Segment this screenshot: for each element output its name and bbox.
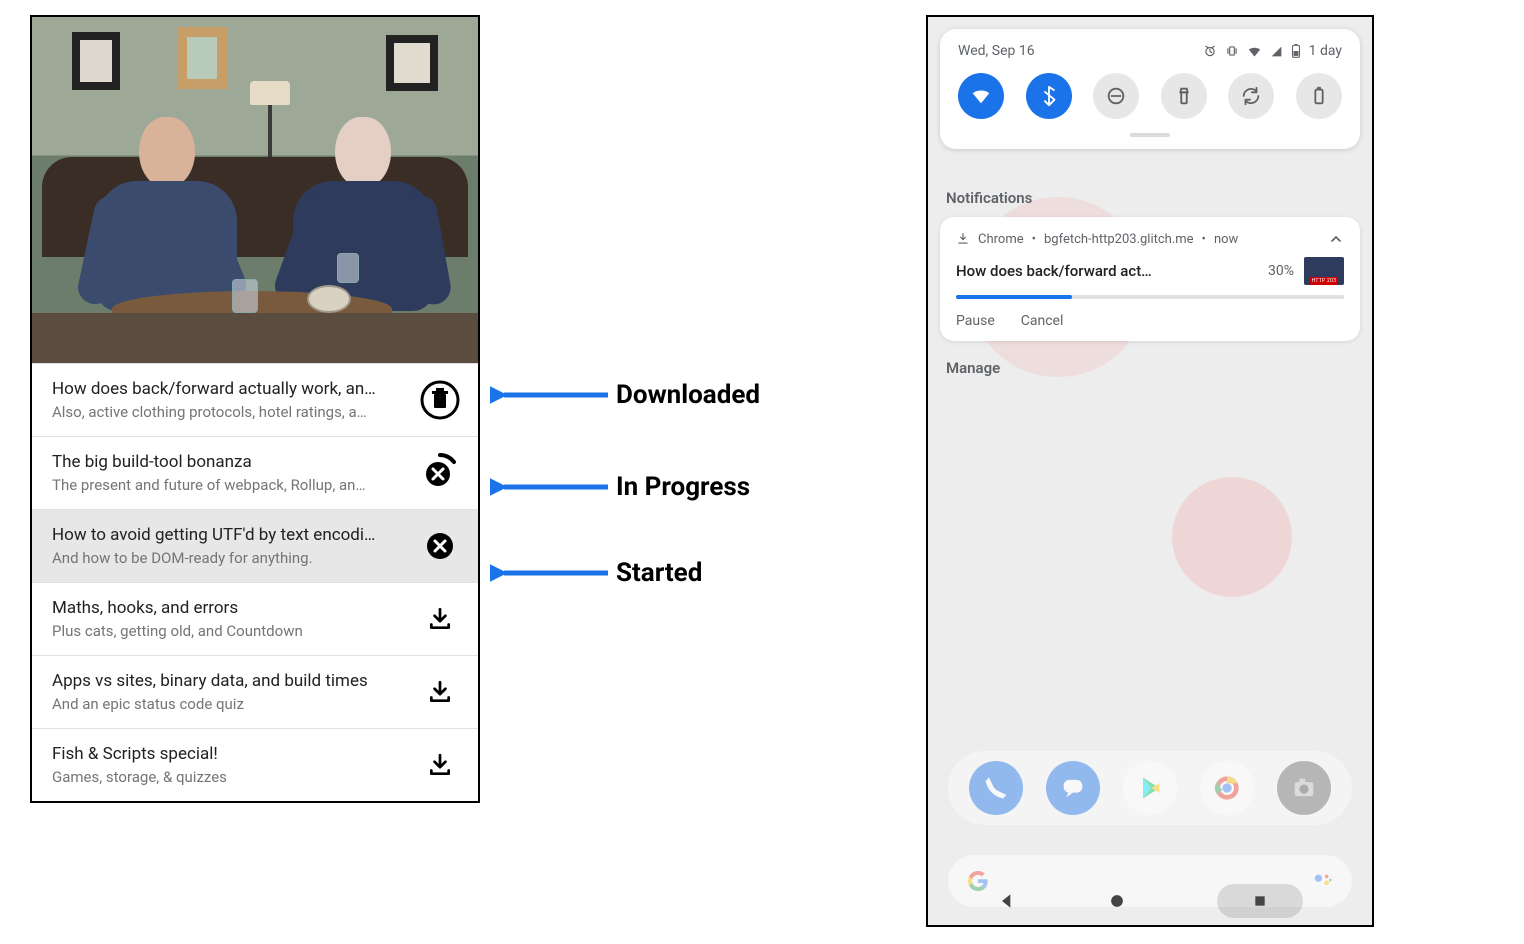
arrow-icon — [490, 558, 608, 588]
video-subtitle: The present and future of webpack, Rollu… — [52, 476, 406, 494]
flashlight-icon — [1173, 85, 1195, 107]
video-row[interactable]: Apps vs sites, binary data, and build ti… — [32, 655, 478, 728]
video-action-button[interactable] — [418, 597, 462, 641]
qs-rotate-tile[interactable] — [1228, 73, 1274, 119]
download-icon — [427, 752, 453, 778]
battery-label: 1 day — [1309, 43, 1342, 59]
video-title: How to avoid getting UTF'd by text encod… — [52, 525, 406, 545]
video-row[interactable]: How does back/forward actually work, an…… — [32, 363, 478, 436]
qs-wifi-tile[interactable] — [958, 73, 1004, 119]
video-row[interactable]: The big build-tool bonanza The present an… — [32, 436, 478, 509]
nav-back-icon[interactable] — [997, 891, 1017, 911]
android-device: Wed, Sep 16 1 day Notifications Chrome •… — [926, 15, 1374, 927]
video-title: Apps vs sites, binary data, and build ti… — [52, 671, 406, 691]
notification-title: How does back/forward act… — [956, 262, 1258, 280]
download-icon — [956, 232, 970, 246]
arrow-icon — [490, 380, 608, 410]
annotation-label: Started — [616, 558, 702, 588]
alarm-icon — [1203, 44, 1217, 58]
cancel-icon — [425, 531, 455, 561]
vibrate-icon — [1225, 44, 1239, 58]
video-title: How does back/forward actually work, an… — [52, 379, 406, 399]
video-row-text: How does back/forward actually work, an…… — [52, 379, 406, 421]
status-icons: 1 day — [1203, 43, 1342, 59]
download-icon — [427, 606, 453, 632]
signal-status-icon — [1270, 45, 1283, 58]
video-row-text: The big build-tool bonanza The present an… — [52, 452, 406, 494]
manage-heading[interactable]: Manage — [940, 341, 1360, 395]
video-row[interactable]: Fish & Scripts special! Games, storage, &… — [32, 728, 478, 801]
dock-chrome-icon[interactable] — [1200, 761, 1254, 815]
battery-status-icon — [1291, 44, 1301, 58]
video-subtitle: Also, active clothing protocols, hotel r… — [52, 403, 406, 421]
delete-icon — [419, 379, 461, 421]
nav-bar — [928, 877, 1372, 925]
annotation-label: Downloaded — [616, 380, 760, 410]
video-subtitle: And how to be DOM-ready for anything. — [52, 549, 406, 567]
video-title: Fish & Scripts special! — [52, 744, 406, 764]
dock-phone-icon[interactable] — [969, 761, 1023, 815]
status-date: Wed, Sep 16 — [958, 43, 1035, 59]
notification-percent: 30% — [1268, 263, 1294, 279]
quick-settings-panel: Wed, Sep 16 1 day — [940, 29, 1360, 149]
notification-source: bgfetch-http203.glitch.me — [1044, 232, 1194, 247]
bluetooth-icon — [1038, 85, 1060, 107]
video-list-panel: How does back/forward actually work, an…… — [30, 15, 480, 803]
notifications-heading: Notifications — [940, 183, 1360, 217]
video-action-button[interactable] — [418, 451, 462, 495]
notification-thumbnail: HTTP 203 — [1304, 257, 1344, 285]
dock-messages-icon[interactable] — [1046, 761, 1100, 815]
video-subtitle: Games, storage, & quizzes — [52, 768, 406, 786]
cancel-progress-icon — [419, 452, 461, 494]
hero-image — [32, 17, 478, 363]
annotation-label: In Progress — [616, 472, 750, 502]
video-row[interactable]: How to avoid getting UTF'd by text encod… — [32, 509, 478, 582]
video-row-text: Maths, hooks, and errors Plus cats, getti… — [52, 598, 406, 640]
annotation-in-progress: In Progress — [490, 472, 750, 502]
wifi-status-icon — [1247, 44, 1262, 59]
notification-progress — [956, 295, 1344, 299]
video-action-button[interactable] — [418, 524, 462, 568]
video-action-button[interactable] — [418, 670, 462, 714]
dock-play-icon[interactable] — [1123, 761, 1177, 815]
video-subtitle: Plus cats, getting old, and Countdown — [52, 622, 406, 640]
app-dock — [948, 751, 1352, 825]
video-action-button[interactable] — [418, 378, 462, 422]
notification-app: Chrome — [978, 232, 1024, 247]
notification-time: now — [1214, 232, 1238, 247]
video-subtitle: And an epic status code quiz — [52, 695, 406, 713]
video-list: How does back/forward actually work, an…… — [32, 363, 478, 801]
notification-card[interactable]: Chrome • bgfetch-http203.glitch.me • now… — [940, 217, 1360, 341]
dock-camera-icon[interactable] — [1277, 761, 1331, 815]
qs-dnd-tile[interactable] — [1093, 73, 1139, 119]
annotation-downloaded: Downloaded — [490, 380, 760, 410]
video-title: Maths, hooks, and errors — [52, 598, 406, 618]
video-action-button[interactable] — [418, 743, 462, 787]
rotate-icon — [1240, 85, 1262, 107]
download-icon — [427, 679, 453, 705]
video-row-text: Apps vs sites, binary data, and build ti… — [52, 671, 406, 713]
nav-home-icon[interactable] — [1107, 891, 1127, 911]
qs-flashlight-tile[interactable] — [1161, 73, 1207, 119]
notifications-area: Notifications Chrome • bgfetch-http203.g… — [940, 183, 1360, 395]
dnd-icon — [1105, 85, 1127, 107]
video-row-text: How to avoid getting UTF'd by text encod… — [52, 525, 406, 567]
cancel-button[interactable]: Cancel — [1021, 313, 1064, 329]
quick-settings-row — [958, 73, 1342, 119]
video-title: The big build-tool bonanza — [52, 452, 406, 472]
qs-battery-tile[interactable] — [1296, 73, 1342, 119]
panel-drag-handle[interactable] — [1130, 133, 1170, 137]
chevron-up-icon[interactable] — [1328, 231, 1344, 247]
annotation-started: Started — [490, 558, 702, 588]
video-row[interactable]: Maths, hooks, and errors Plus cats, getti… — [32, 582, 478, 655]
qs-bluetooth-tile[interactable] — [1026, 73, 1072, 119]
arrow-icon — [490, 472, 608, 502]
wifi-icon — [970, 85, 992, 107]
video-row-text: Fish & Scripts special! Games, storage, &… — [52, 744, 406, 786]
battery-icon — [1308, 85, 1330, 107]
nav-recent-icon[interactable] — [1217, 884, 1303, 918]
pause-button[interactable]: Pause — [956, 313, 995, 329]
